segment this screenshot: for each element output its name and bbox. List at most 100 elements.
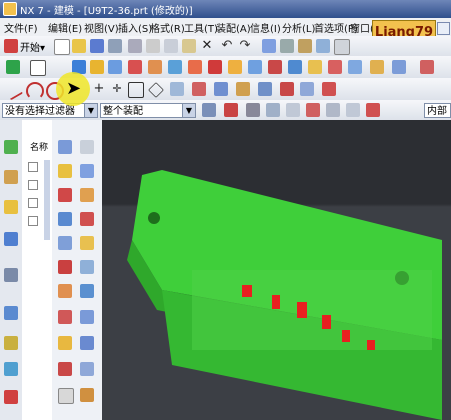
save-icon[interactable] xyxy=(90,39,104,53)
general-selection-icon[interactable] xyxy=(202,103,216,117)
menu-edit[interactable]: 编辑(E) xyxy=(48,20,82,35)
constraint-navigator-icon[interactable] xyxy=(4,170,18,184)
revolve-icon[interactable] xyxy=(90,60,104,74)
menu-file[interactable]: 文件(F) xyxy=(4,20,38,35)
delete-icon[interactable]: ✕ xyxy=(200,39,214,53)
start-button[interactable]: 开始▾ xyxy=(20,39,45,54)
component-icon[interactable] xyxy=(58,140,72,154)
unite-icon[interactable] xyxy=(248,60,262,74)
paste-icon[interactable] xyxy=(182,39,196,53)
sequence-icon[interactable] xyxy=(80,260,94,274)
mate-component-icon[interactable] xyxy=(80,188,94,202)
pad-icon[interactable] xyxy=(188,60,202,74)
offset-curve-icon[interactable] xyxy=(214,82,228,96)
hole-icon[interactable] xyxy=(128,60,142,74)
graphics-window[interactable] xyxy=(102,120,451,420)
trim-curve-icon[interactable] xyxy=(300,82,314,96)
process-studio-icon[interactable] xyxy=(4,362,18,376)
replace-component-icon[interactable] xyxy=(80,310,94,324)
menu-assemblies[interactable]: 装配(A) xyxy=(216,20,251,35)
assembly-constraints-icon[interactable] xyxy=(58,212,72,226)
snap-endpoint-icon[interactable] xyxy=(266,103,280,117)
system-materials-icon[interactable] xyxy=(4,336,18,350)
pan-icon[interactable] xyxy=(280,39,294,53)
pocket-icon[interactable] xyxy=(168,60,182,74)
divide-curve-icon[interactable] xyxy=(322,82,336,96)
select-icon[interactable] xyxy=(262,39,276,53)
block-icon[interactable] xyxy=(108,60,122,74)
save-as-icon[interactable] xyxy=(108,39,122,53)
snap-quadrant-icon[interactable] xyxy=(346,103,360,117)
assembly-report-icon[interactable] xyxy=(80,388,94,402)
snap-center-icon[interactable] xyxy=(306,103,320,117)
zoom-icon[interactable] xyxy=(334,39,350,55)
add-component-icon[interactable] xyxy=(80,140,94,154)
cut-icon[interactable] xyxy=(146,39,160,53)
navigator-scrollbar[interactable] xyxy=(44,160,50,240)
sketch-icon[interactable] xyxy=(6,60,20,74)
menu-analysis[interactable]: 分析(L) xyxy=(282,20,315,35)
product-outline-icon[interactable] xyxy=(58,336,72,350)
print-icon[interactable] xyxy=(128,39,142,53)
roles-icon[interactable] xyxy=(4,390,18,404)
exploded-view-icon[interactable] xyxy=(80,236,94,250)
open-folder-icon[interactable] xyxy=(72,39,86,53)
shell-icon[interactable] xyxy=(348,60,362,74)
menu-tools[interactable]: 工具(T) xyxy=(184,20,218,35)
undo-icon[interactable]: ↶ xyxy=(220,39,234,53)
menu-insert[interactable]: 插入(S) xyxy=(118,20,152,35)
copy-icon[interactable] xyxy=(164,39,178,53)
snap-point-icon[interactable] xyxy=(326,103,340,117)
edge-blend-icon[interactable] xyxy=(308,60,322,74)
mirror-icon[interactable] xyxy=(420,60,434,74)
new-component-icon[interactable] xyxy=(58,164,72,178)
tree-expand-toggle[interactable] xyxy=(28,216,38,226)
arc-icon[interactable] xyxy=(26,82,44,100)
menu-format[interactable]: 格式(R) xyxy=(150,20,185,35)
sketch-rectangle-icon[interactable] xyxy=(128,82,144,98)
tree-expand-toggle[interactable] xyxy=(28,180,38,190)
tree-expand-toggle[interactable] xyxy=(28,198,38,208)
new-file-icon[interactable] xyxy=(54,39,70,55)
reference-set-icon[interactable] xyxy=(80,336,94,350)
intersection-curve-icon[interactable] xyxy=(280,82,294,96)
menu-view[interactable]: 视图(V) xyxy=(84,20,119,35)
line-icon[interactable] xyxy=(2,79,24,101)
assembly-navigator-icon[interactable] xyxy=(4,140,18,154)
weight-management-icon[interactable] xyxy=(80,284,94,298)
point-icon[interactable]: + xyxy=(92,82,106,96)
polygon-icon[interactable] xyxy=(148,82,164,98)
blank-sheet-icon[interactable] xyxy=(58,388,74,404)
subtract-icon[interactable] xyxy=(268,60,282,74)
project-curve-icon[interactable] xyxy=(258,82,272,96)
rotate-icon[interactable] xyxy=(298,39,312,53)
move-component-icon[interactable] xyxy=(58,188,72,202)
chamfer-icon[interactable] xyxy=(328,60,342,74)
draft-icon[interactable] xyxy=(370,60,384,74)
groove-icon[interactable] xyxy=(228,60,242,74)
section-view-icon[interactable] xyxy=(58,310,72,324)
check-clearance-icon[interactable] xyxy=(58,362,72,376)
rectangle-icon[interactable] xyxy=(30,60,46,76)
component-array-icon[interactable] xyxy=(80,164,94,178)
helix-icon[interactable] xyxy=(192,82,206,96)
redo-icon[interactable]: ↷ xyxy=(238,39,252,53)
snap-intersection-icon[interactable] xyxy=(366,103,380,117)
fit-view-icon[interactable] xyxy=(316,39,330,53)
window-close-button[interactable] xyxy=(437,22,450,35)
part-navigator-icon[interactable] xyxy=(4,200,18,214)
bridge-curve-icon[interactable] xyxy=(236,82,250,96)
assembly-scope-dropdown[interactable]: 整个装配 ▼ xyxy=(100,103,196,118)
spline-icon[interactable] xyxy=(170,82,184,96)
boss-icon[interactable] xyxy=(148,60,162,74)
tree-expand-toggle[interactable] xyxy=(28,162,38,172)
pattern-icon[interactable] xyxy=(392,60,406,74)
assembly-cut-icon[interactable] xyxy=(80,362,94,376)
point-set-icon[interactable]: ✛ xyxy=(110,82,124,96)
slot-icon[interactable] xyxy=(208,60,222,74)
history-icon[interactable] xyxy=(4,306,18,320)
snap-midpoint-icon[interactable] xyxy=(286,103,300,117)
reuse-library-icon[interactable] xyxy=(4,232,18,246)
intersect-icon[interactable] xyxy=(288,60,302,74)
menu-information[interactable]: 信息(I) xyxy=(250,20,281,35)
